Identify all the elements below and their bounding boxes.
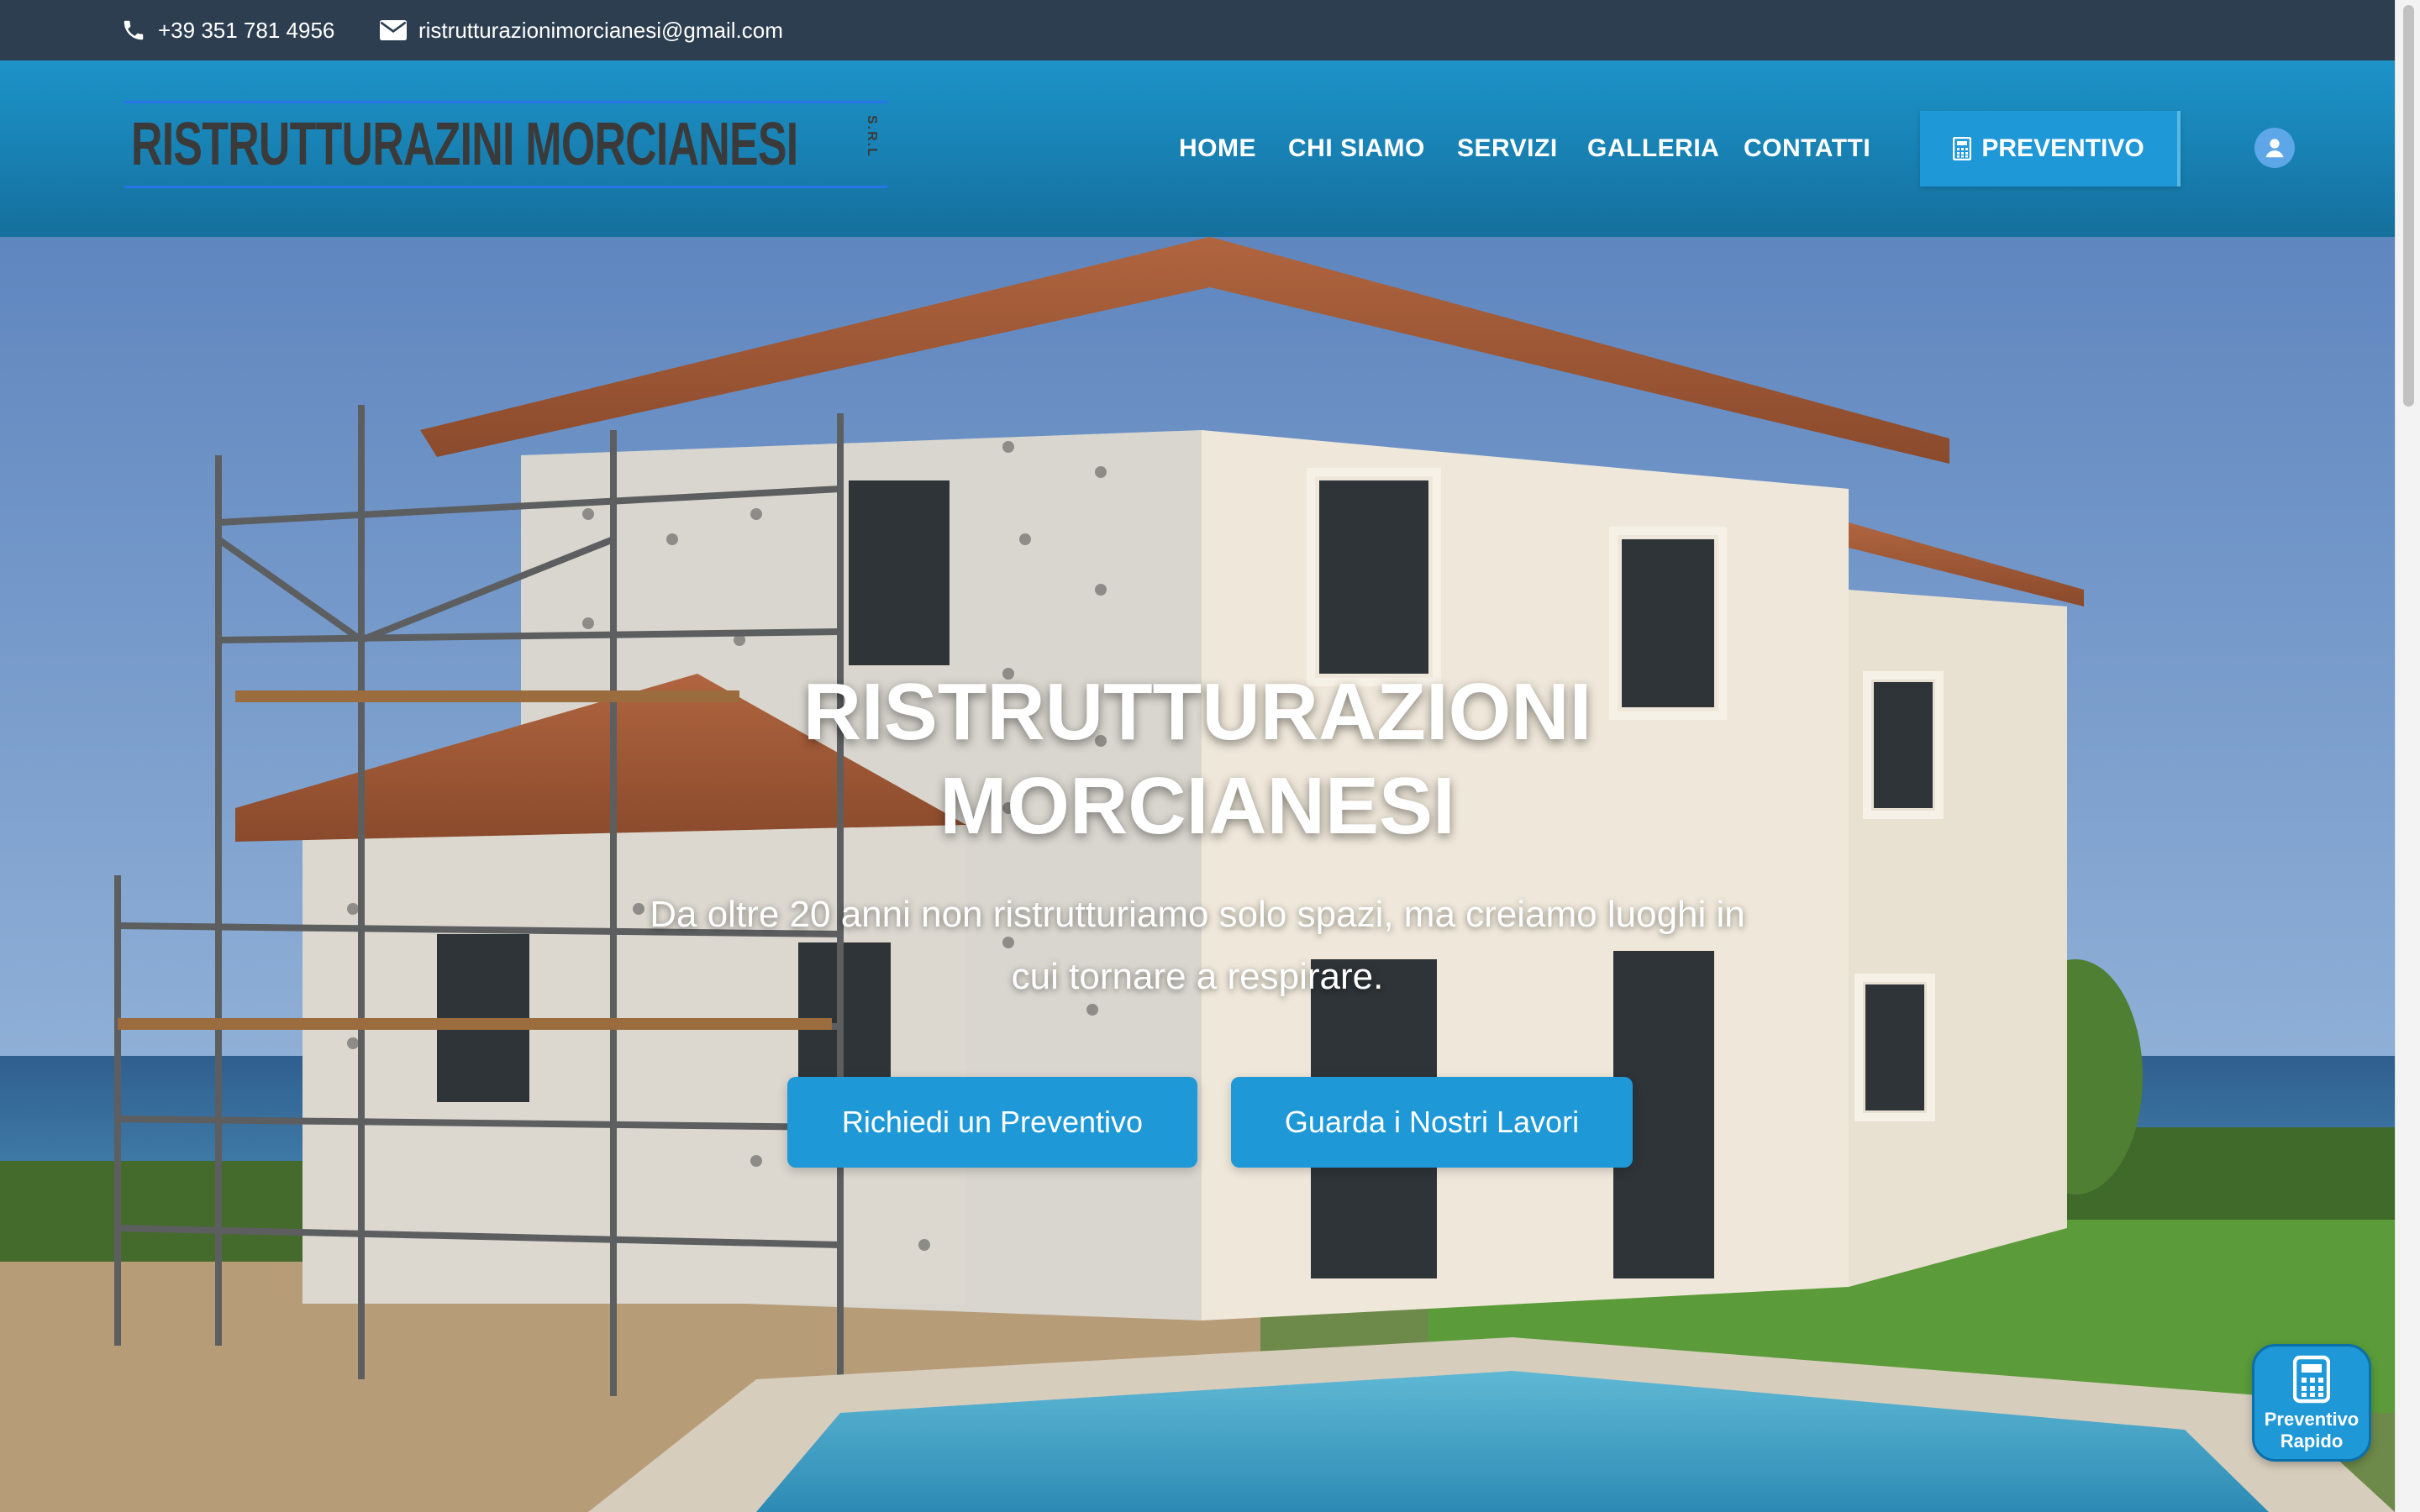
hero-title-line2: MORCIANESI	[939, 761, 1455, 851]
calculator-icon	[2293, 1355, 2330, 1404]
hero-subtitle-line1: Da oltre 20 anni non ristrutturiamo solo…	[650, 894, 1745, 935]
email-address: ristrutturazionimorcianesi@gmail.com	[418, 17, 783, 43]
nav-galleria[interactable]: GALLERIA	[1587, 134, 1719, 163]
preventivo-button[interactable]: PREVENTIVO	[1920, 111, 2181, 186]
hero-title-line1: RISTRUTTURAZIONI	[802, 667, 1592, 757]
request-quote-button[interactable]: Richiedi un Preventivo	[787, 1077, 1197, 1168]
user-glyph	[2265, 139, 2284, 158]
site-header: RISTRUTTURAZINI MORCIANESI S.R.L HOME CH…	[0, 60, 2395, 237]
quick-quote-button[interactable]: Preventivo Rapido	[2252, 1344, 2371, 1462]
phone-number: +39 351 781 4956	[158, 17, 335, 43]
hero-house-image	[0, 237, 2395, 1512]
phone-contact[interactable]: +39 351 781 4956	[121, 0, 334, 60]
envelope-icon	[380, 20, 407, 40]
top-contact-bar: +39 351 781 4956 ristrutturazionimorcian…	[0, 0, 2420, 60]
nav-servizi[interactable]: SERVIZI	[1457, 134, 1558, 163]
hero-section: RISTRUTTURAZIONI MORCIANESI Da oltre 20 …	[0, 237, 2395, 1512]
user-circle-icon[interactable]	[2254, 128, 2295, 168]
nav-chi-siamo[interactable]: CHI SIAMO	[1288, 134, 1425, 163]
nav-contatti[interactable]: CONTATTI	[1744, 134, 1870, 163]
hero-subtitle-line2: cui tornare a respirare.	[1011, 956, 1384, 997]
view-works-button[interactable]: Guarda i Nostri Lavori	[1231, 1077, 1633, 1168]
quick-quote-line2: Rapido	[2280, 1431, 2344, 1452]
hero-title: RISTRUTTURAZIONI MORCIANESI	[0, 665, 2395, 853]
nav-home[interactable]: HOME	[1179, 134, 1256, 163]
phone-icon	[124, 20, 144, 40]
hero-subtitle: Da oltre 20 anni non ristrutturiamo solo…	[0, 884, 2395, 1008]
calculator-icon	[1953, 137, 1972, 160]
email-contact[interactable]: ristrutturazionimorcianesi@gmail.com	[380, 0, 783, 60]
page-scrollbar[interactable]	[2395, 0, 2420, 1512]
preventivo-label: PREVENTIVO	[1981, 134, 2144, 162]
scrollbar-thumb[interactable]	[2403, 5, 2414, 407]
quick-quote-line1: Preventivo	[2264, 1409, 2360, 1430]
